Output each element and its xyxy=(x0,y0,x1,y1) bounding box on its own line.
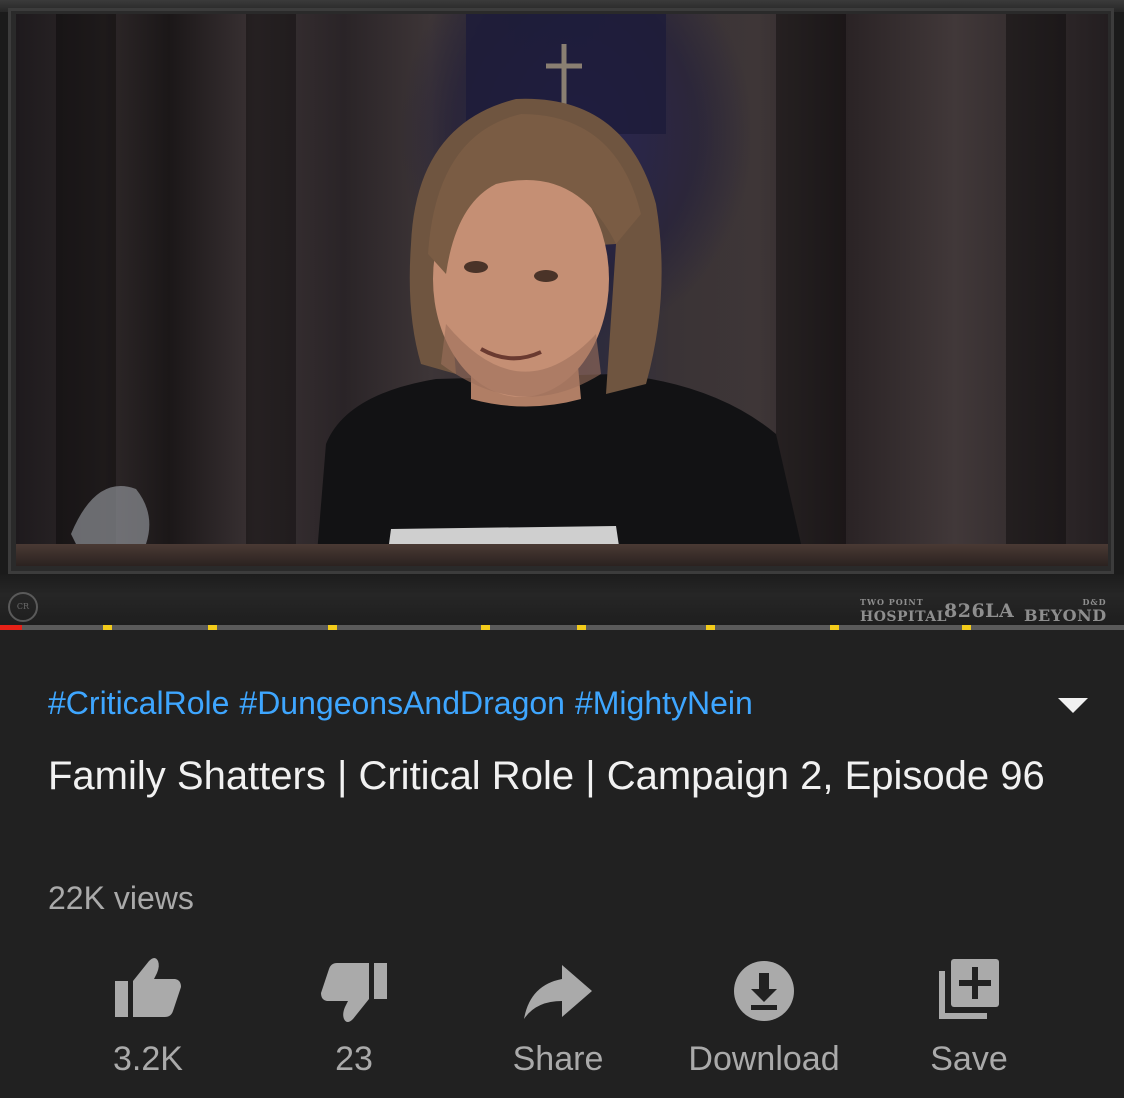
thumbs-down-icon xyxy=(321,963,387,1022)
like-button[interactable]: 3.2K xyxy=(68,955,228,1085)
progress-bar[interactable] xyxy=(0,625,1124,630)
view-count: 22K views xyxy=(48,880,194,916)
download-icon xyxy=(734,961,794,1021)
chapter-marker xyxy=(208,625,217,630)
share-label: Share xyxy=(512,1040,604,1078)
sponsor-main-text: HOSPITAL xyxy=(860,609,947,625)
share-arrow-icon xyxy=(524,965,592,1019)
sponsor-dnd-beyond: D&D BEYOND xyxy=(1024,598,1107,625)
chapter-marker xyxy=(706,625,715,630)
chapter-marker xyxy=(962,625,971,630)
video-player[interactable]: CR TWO POINT HOSPITAL 826LA D&D BEYOND xyxy=(0,0,1124,630)
download-label: Download xyxy=(688,1040,840,1078)
chapter-marker xyxy=(577,625,586,630)
sponsor-826la: 826LA xyxy=(944,600,1015,622)
critical-role-logo: CR xyxy=(8,592,38,622)
chapter-marker xyxy=(103,625,112,630)
dislike-button[interactable]: 23 xyxy=(274,955,434,1085)
progress-fill xyxy=(0,625,23,630)
chevron-down-icon[interactable] xyxy=(1056,696,1090,716)
download-button[interactable]: Download xyxy=(684,955,844,1085)
video-title: Family Shatters | Critical Role | Campai… xyxy=(48,754,1045,798)
save-button[interactable]: Save xyxy=(889,955,1049,1085)
share-button[interactable]: Share xyxy=(478,955,638,1085)
sponsor-small-text: D&D xyxy=(1082,597,1107,607)
chapter-marker xyxy=(328,625,337,630)
chapter-marker xyxy=(830,625,839,630)
hashtag-link[interactable]: #CriticalRole xyxy=(48,685,229,721)
video-frame[interactable] xyxy=(16,14,1108,566)
presenter-figure xyxy=(71,14,806,566)
sponsor-small-text: TWO POINT xyxy=(860,597,924,607)
hashtag-link[interactable]: #DungeonsAndDragon xyxy=(239,685,565,721)
thumbs-up-icon xyxy=(115,958,181,1017)
dislike-count: 23 xyxy=(335,1040,373,1078)
playlist-add-icon xyxy=(939,959,999,1019)
sponsor-two-point-hospital: TWO POINT HOSPITAL xyxy=(860,598,947,625)
sponsor-main-text: BEYOND xyxy=(1024,606,1107,625)
hashtag-list: #CriticalRole #DungeonsAndDragon #MightyNe… xyxy=(48,684,763,722)
chapter-marker xyxy=(481,625,490,630)
save-label: Save xyxy=(930,1040,1008,1078)
table-edge xyxy=(16,544,1108,566)
like-count: 3.2K xyxy=(113,1040,183,1078)
hashtag-link[interactable]: #MightyNein xyxy=(575,685,753,721)
